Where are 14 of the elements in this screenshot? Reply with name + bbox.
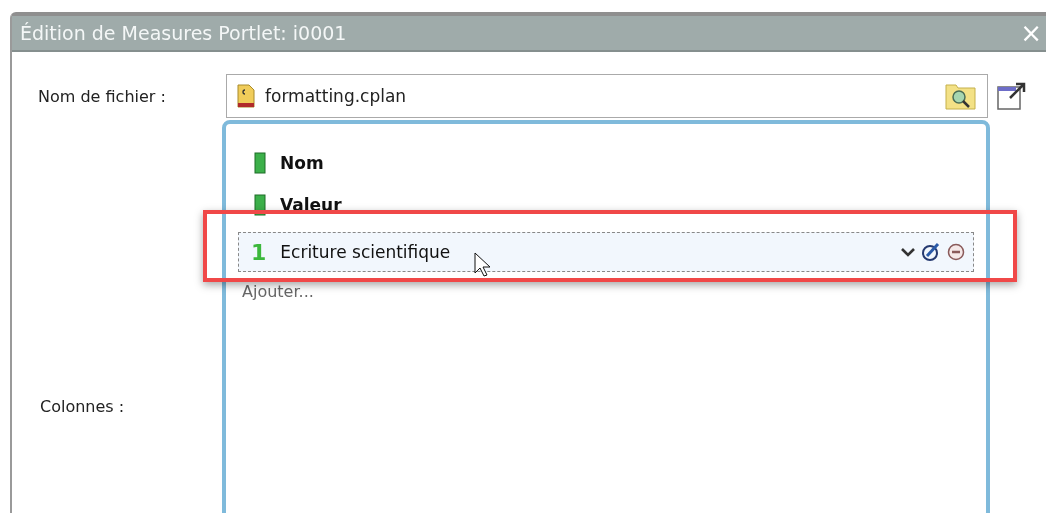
edit-icon[interactable] [921, 242, 941, 262]
chevron-down-icon[interactable] [901, 247, 915, 257]
field-label: Nom de fichier : [38, 86, 167, 106]
column-item[interactable]: 1 Ecriture scientifique [238, 232, 974, 272]
add-link[interactable]: Ajouter... [238, 282, 314, 301]
file-icon [237, 84, 255, 108]
file-name-field[interactable]: formatting.cplan [226, 74, 988, 118]
window-title: Édition de Measures Portlet: i0001 [20, 22, 347, 44]
field-label: Colonnes : [40, 397, 125, 416]
folder-search-icon[interactable] [945, 82, 977, 110]
external-link-icon[interactable] [996, 81, 1026, 111]
cursor-icon [474, 252, 492, 278]
column-item[interactable]: Nom [238, 142, 974, 184]
remove-icon[interactable] [947, 243, 965, 261]
